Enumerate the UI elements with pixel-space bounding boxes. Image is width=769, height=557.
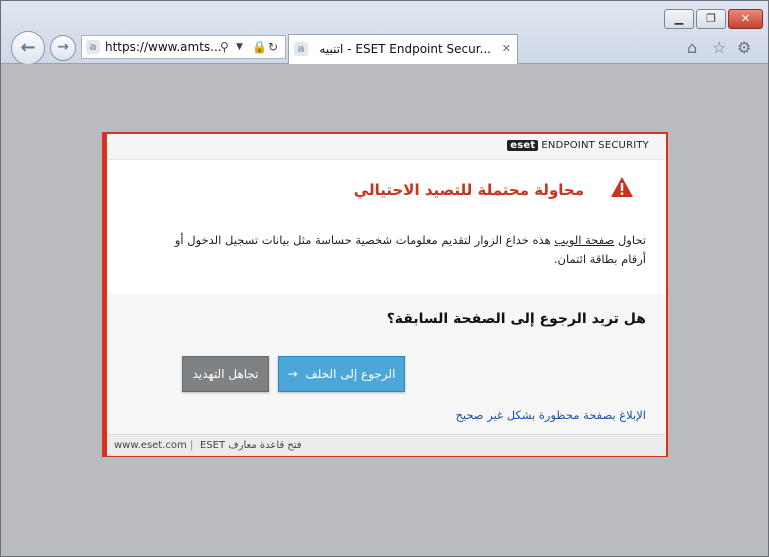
lock-icon[interactable]: 🔒 — [252, 36, 267, 58]
eset-website-link[interactable]: www.eset.com — [114, 435, 187, 456]
knowledgebase-link[interactable]: فتح قاعدة معارف ESET — [200, 435, 302, 456]
alert-description: تحاول صفحة الويب هذه خداع الزوار لتقديم … — [156, 231, 646, 269]
eset-alert-card: eset ENDPOINT SECURITY محاولة محتملة للتص… — [102, 132, 668, 457]
ignore-threat-button[interactable]: تجاهل التهديد — [182, 356, 269, 392]
back-arrow-icon[interactable]: ← — [11, 31, 45, 65]
minimize-button[interactable]: ▁ — [664, 9, 694, 29]
card-header: eset ENDPOINT SECURITY — [107, 134, 666, 160]
right-arrow-icon: → — [287, 367, 298, 381]
go-back-label: الرجوع إلى الخلف — [305, 367, 396, 381]
address-bar[interactable]: a https://www.amts... ⚲ ▼ 🔒 ↻ — [81, 35, 286, 59]
webpage-link[interactable]: صفحة الويب — [554, 233, 614, 247]
card-footer: www.eset.com | فتح قاعدة معارف ESET — [107, 434, 666, 456]
tab-close-icon[interactable]: ✕ — [502, 35, 511, 63]
maximize-button[interactable]: ❐ — [696, 9, 726, 29]
gear-icon[interactable]: ⚙ — [737, 38, 751, 57]
desc-prefix: تحاول — [614, 233, 646, 247]
alert-title: محاولة محتملة للتصيد الاحتيالي — [353, 181, 584, 199]
report-misblocked-link[interactable]: الإبلاغ بصفحة محظورة بشكل غير صحيح — [455, 408, 646, 422]
warning-triangle-icon — [611, 177, 633, 197]
refresh-icon[interactable]: ↻ — [268, 36, 278, 58]
close-window-button[interactable]: ✕ — [728, 9, 763, 29]
search-icon[interactable]: ⚲ — [220, 36, 229, 58]
question-heading: هل تريد الرجوع إلى الصفحة السابقة؟ — [386, 311, 646, 327]
tab-favicon-icon: a — [294, 42, 308, 56]
eset-logo-mark: eset — [507, 140, 539, 151]
forward-arrow-icon[interactable]: → — [50, 35, 76, 61]
product-name: ENDPOINT SECURITY — [541, 140, 649, 151]
browser-chrome: ▁ ❐ ✕ ← → a https://www.amts... ⚲ ▼ 🔒 ↻ … — [1, 1, 768, 65]
eset-logo: eset ENDPOINT SECURITY — [507, 140, 649, 151]
home-icon[interactable]: ⌂ — [687, 38, 697, 57]
go-back-button[interactable]: الرجوع إلى الخلف → — [278, 356, 405, 392]
star-icon[interactable]: ☆ — [712, 38, 726, 57]
footer-separator: | — [190, 440, 194, 451]
site-favicon-icon: a — [86, 40, 100, 54]
dropdown-arrow-icon[interactable]: ▼ — [236, 36, 243, 58]
tab-title: اتنبيه - ESET Endpoint Secur... — [319, 42, 491, 56]
address-text[interactable]: https://www.amts... — [105, 36, 222, 58]
tab-eset-warning[interactable]: a اتنبيه - ESET Endpoint Secur... ✕ — [288, 34, 518, 64]
